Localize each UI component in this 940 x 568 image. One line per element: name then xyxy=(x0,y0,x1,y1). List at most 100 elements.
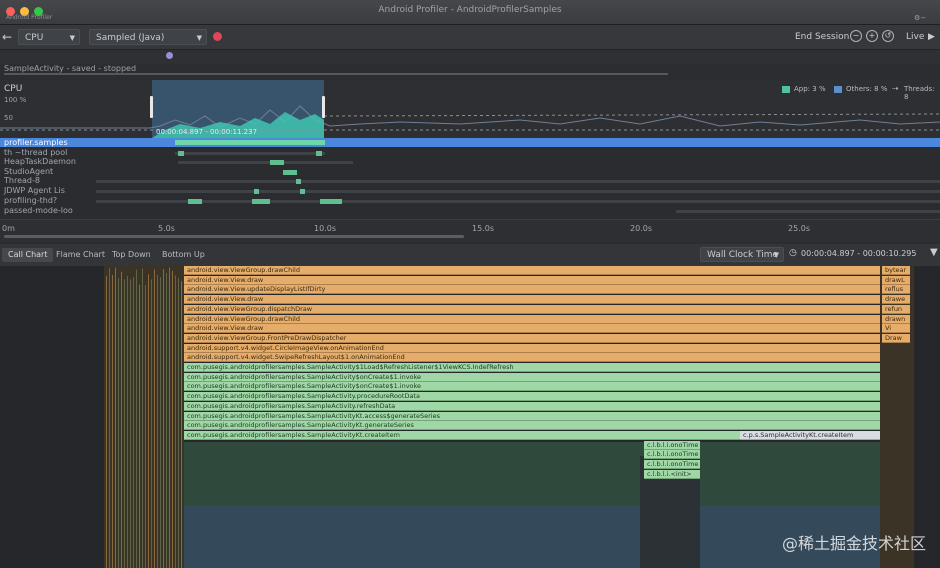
call-frame[interactable]: bytear xyxy=(882,266,910,275)
call-frame[interactable]: android.support.v4.widget.CircleImageVie… xyxy=(184,343,880,353)
call-frame[interactable]: c.p.s.SampleActivityKt.createItem xyxy=(740,430,880,440)
session-line xyxy=(4,73,668,75)
call-frame[interactable]: drawe xyxy=(882,295,910,305)
others-legend: Others: 8 % xyxy=(846,85,888,93)
call-frame[interactable]: com.pusegis.androidprofilersamples.Sampl… xyxy=(184,411,880,421)
thread-track xyxy=(175,152,325,155)
call-frame[interactable]: android.view.View.draw xyxy=(184,324,880,334)
threads-legend-icon: ⇢ xyxy=(892,84,899,93)
profiler-select[interactable]: CPU ▼ xyxy=(18,29,80,45)
call-frame[interactable]: android.view.View.updateDisplayListIfDir… xyxy=(184,285,880,295)
watermark: @稀土掘金技术社区 xyxy=(781,534,926,553)
thread-track xyxy=(96,190,940,193)
ruler-tick: 0m xyxy=(2,224,15,233)
call-frame[interactable]: c.l.b.l.i.onoTime xyxy=(644,450,700,460)
call-frame[interactable]: android.view.ViewGroup.FrontPreDrawDispa… xyxy=(184,333,880,343)
call-frame[interactable]: android.view.View.draw xyxy=(184,295,880,305)
thread-activity xyxy=(178,151,184,156)
filter-icon[interactable]: ▼ xyxy=(930,247,938,258)
tab-flame-chart[interactable]: Flame Chart xyxy=(50,248,111,262)
call-frame[interactable]: android.view.ViewGroup.drawChild xyxy=(184,266,880,275)
call-frame[interactable]: android.view.ViewGroup.dispatchDraw xyxy=(184,304,880,314)
clock-mode-value: Wall Clock Time xyxy=(707,250,779,260)
window-small-title: Android Profiler xyxy=(6,14,53,21)
app-legend-swatch xyxy=(782,86,790,93)
thread-track xyxy=(96,180,940,183)
call-frame[interactable]: android.support.v4.widget.SwipeRefreshLa… xyxy=(184,353,880,363)
record-button[interactable] xyxy=(213,32,222,41)
ruler-tick: 15.0s xyxy=(472,224,494,233)
timeline-scrollbar[interactable] xyxy=(4,235,464,238)
thread-label: JDWP Agent Lis xyxy=(4,186,65,195)
thread-label: Thread-8 xyxy=(4,176,40,185)
call-frame[interactable]: com.pusegis.androidprofilersamples.Sampl… xyxy=(184,392,880,402)
call-frame[interactable]: refun xyxy=(882,304,910,314)
thread-track xyxy=(96,200,940,203)
play-icon[interactable]: ▶ xyxy=(928,30,935,44)
call-frame[interactable]: com.pusegis.androidprofilersamples.Sampl… xyxy=(184,401,880,411)
call-frame[interactable]: c.l.b.l.i.<init> xyxy=(644,469,700,479)
chevron-down-icon: ▼ xyxy=(773,251,779,259)
ruler-tick: 20.0s xyxy=(630,224,652,233)
thread-activity xyxy=(296,179,301,184)
thread-activity xyxy=(188,199,202,204)
config-select-value: Sampled (Java) xyxy=(96,33,165,43)
call-frame[interactable]: drawL xyxy=(882,275,910,285)
call-frame[interactable]: android.view.ViewGroup.drawChild xyxy=(184,314,880,324)
zoom-in-icon[interactable]: + xyxy=(866,30,878,42)
reset-zoom-icon[interactable]: ↺ xyxy=(882,30,894,42)
call-frame[interactable]: com.pusegis.androidprofilersamples.Sampl… xyxy=(184,363,880,372)
window-title: Android Profiler - AndroidProfilerSample… xyxy=(378,5,562,15)
gear-icon[interactable]: ⚙− xyxy=(914,14,926,22)
cpu-label: CPU xyxy=(4,84,23,94)
chevron-down-icon: ▼ xyxy=(69,34,75,42)
call-frame[interactable]: com.pusegis.androidprofilersamples.Sampl… xyxy=(184,382,880,392)
call-frame[interactable]: com.pusegis.androidprofilersamples.Sampl… xyxy=(184,372,880,382)
threads-legend: Threads: 8 xyxy=(904,85,935,101)
cpu-max-label: 100 % xyxy=(4,96,27,104)
clock-range: 00:00:04.897 - 00:00:10.295 xyxy=(801,249,917,258)
call-frame[interactable]: com.pusegis.androidprofilersamples.Sampl… xyxy=(184,421,880,431)
back-arrow-icon[interactable]: ← xyxy=(2,30,12,44)
call-frame[interactable]: Vi xyxy=(882,324,910,334)
thread-activity xyxy=(254,189,259,194)
thread-activity xyxy=(283,170,297,175)
call-chart[interactable]: android.view.ViewGroup.drawChild android.… xyxy=(0,266,940,568)
tab-bottom-up[interactable]: Bottom Up xyxy=(156,248,211,262)
chevron-down-icon: ▼ xyxy=(196,34,202,42)
event-marker[interactable] xyxy=(166,52,173,59)
thread-activity xyxy=(300,189,305,194)
call-frame[interactable]: com.pusegis.androidprofilersamples.Sampl… xyxy=(184,430,740,440)
call-frame[interactable]: c.l.b.l.i.onoTime xyxy=(644,440,700,450)
thread-activity xyxy=(320,199,342,204)
zoom-out-icon[interactable]: − xyxy=(850,30,862,42)
tab-top-down[interactable]: Top Down xyxy=(106,248,157,262)
selected-thread-row[interactable] xyxy=(0,138,940,147)
config-select[interactable]: Sampled (Java) ▼ xyxy=(89,29,207,45)
ruler-tick: 10.0s xyxy=(314,224,336,233)
call-frame[interactable]: android.view.View.draw xyxy=(184,275,880,285)
thread-activity xyxy=(316,151,322,156)
profiler-select-value: CPU xyxy=(25,33,44,43)
clock-mode-select[interactable]: Wall Clock Time ▼ xyxy=(700,247,784,262)
thread-label: StudioAgent xyxy=(4,167,54,176)
tab-call-chart[interactable]: Call Chart xyxy=(2,248,54,262)
thread-activity xyxy=(270,160,284,165)
thread-label: th ~thread pool xyxy=(4,148,68,157)
app-legend: App: 3 % xyxy=(794,85,826,93)
call-frame[interactable]: reflus xyxy=(882,285,910,295)
call-frame[interactable]: drawn xyxy=(882,314,910,324)
thread-label: HeapTaskDaemon xyxy=(4,157,76,166)
thread-activity xyxy=(175,140,325,145)
selection-handle-left[interactable] xyxy=(150,96,153,118)
selection-handle-right[interactable] xyxy=(322,96,325,118)
cpu-mid-label: 50 xyxy=(4,114,13,122)
call-frame[interactable]: c.l.b.l.i.onoTime xyxy=(644,460,700,469)
end-session-button[interactable]: End Session xyxy=(795,30,849,44)
frames-container: android.view.ViewGroup.drawChild android.… xyxy=(0,266,940,568)
live-button[interactable]: Live xyxy=(906,30,924,44)
threads-panel xyxy=(0,138,940,218)
clock-icon: ◷ xyxy=(789,248,797,258)
ruler-tick: 25.0s xyxy=(788,224,810,233)
call-frame[interactable]: Draw xyxy=(882,333,910,343)
